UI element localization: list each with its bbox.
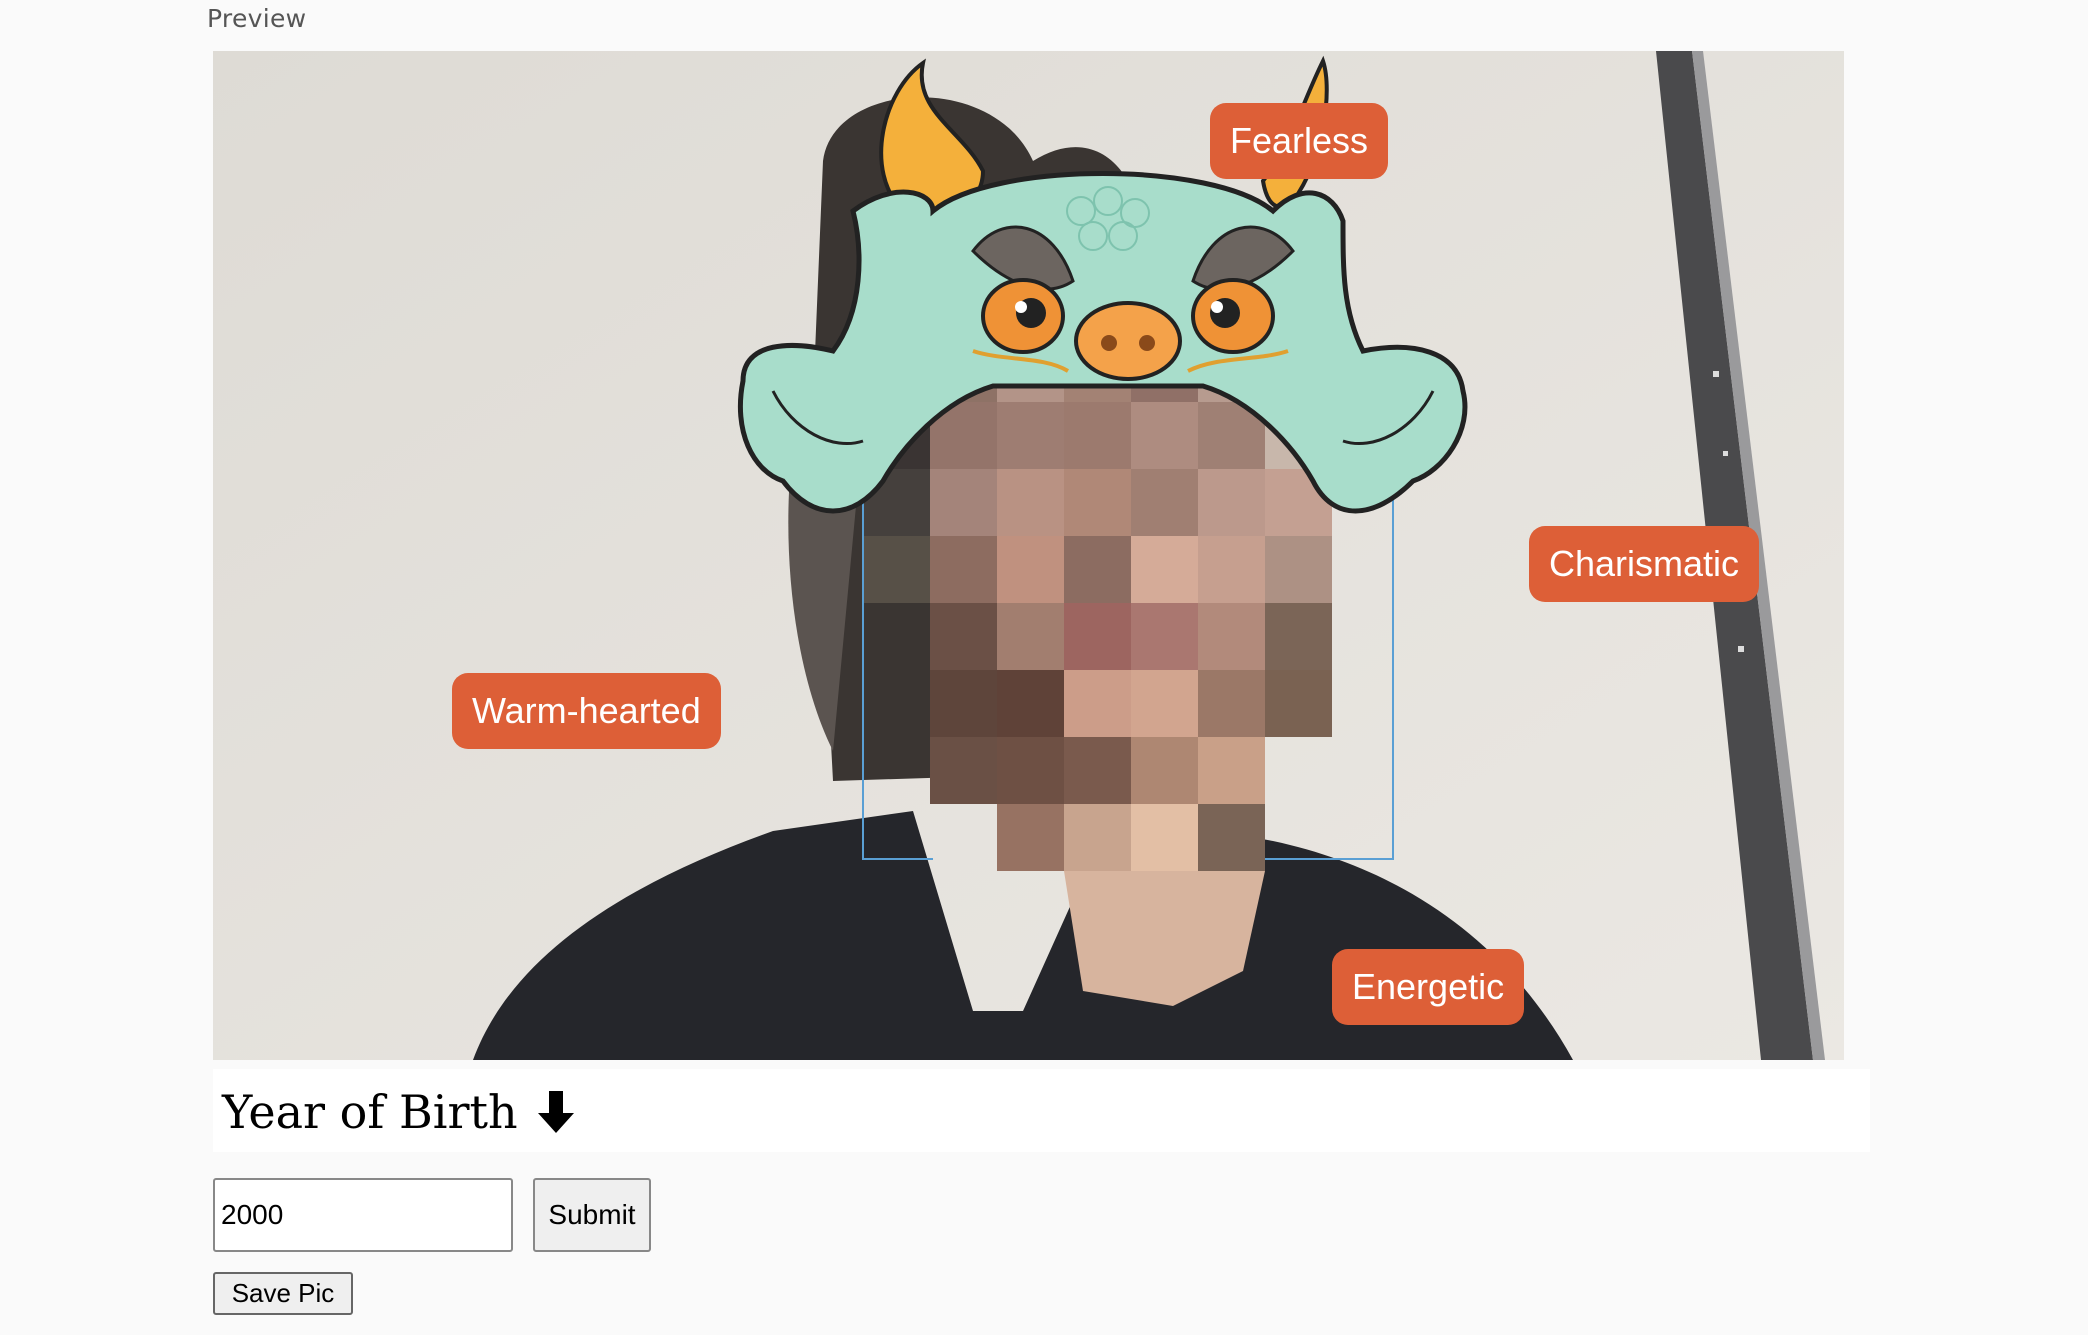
year-of-birth-input[interactable]	[213, 1178, 513, 1252]
save-pic-button[interactable]: Save Pic	[213, 1272, 353, 1315]
submit-button[interactable]: Submit	[533, 1178, 651, 1252]
trait-tag-charismatic: Charismatic	[1529, 526, 1760, 602]
trait-tag-energetic: Energetic	[1332, 949, 1525, 1025]
arrow-down-icon	[536, 1089, 576, 1135]
trait-tag-fearless: Fearless	[1210, 103, 1389, 179]
trait-tag-warm-hearted: Warm-hearted	[452, 673, 721, 749]
year-of-birth-title: Year of Birth	[222, 1085, 518, 1139]
year-of-birth-heading: Year of Birth	[222, 1085, 576, 1139]
preview-label: Preview	[207, 4, 307, 33]
camera-preview: Fearless Charismatic Warm-hearted Energe…	[213, 51, 1844, 1060]
